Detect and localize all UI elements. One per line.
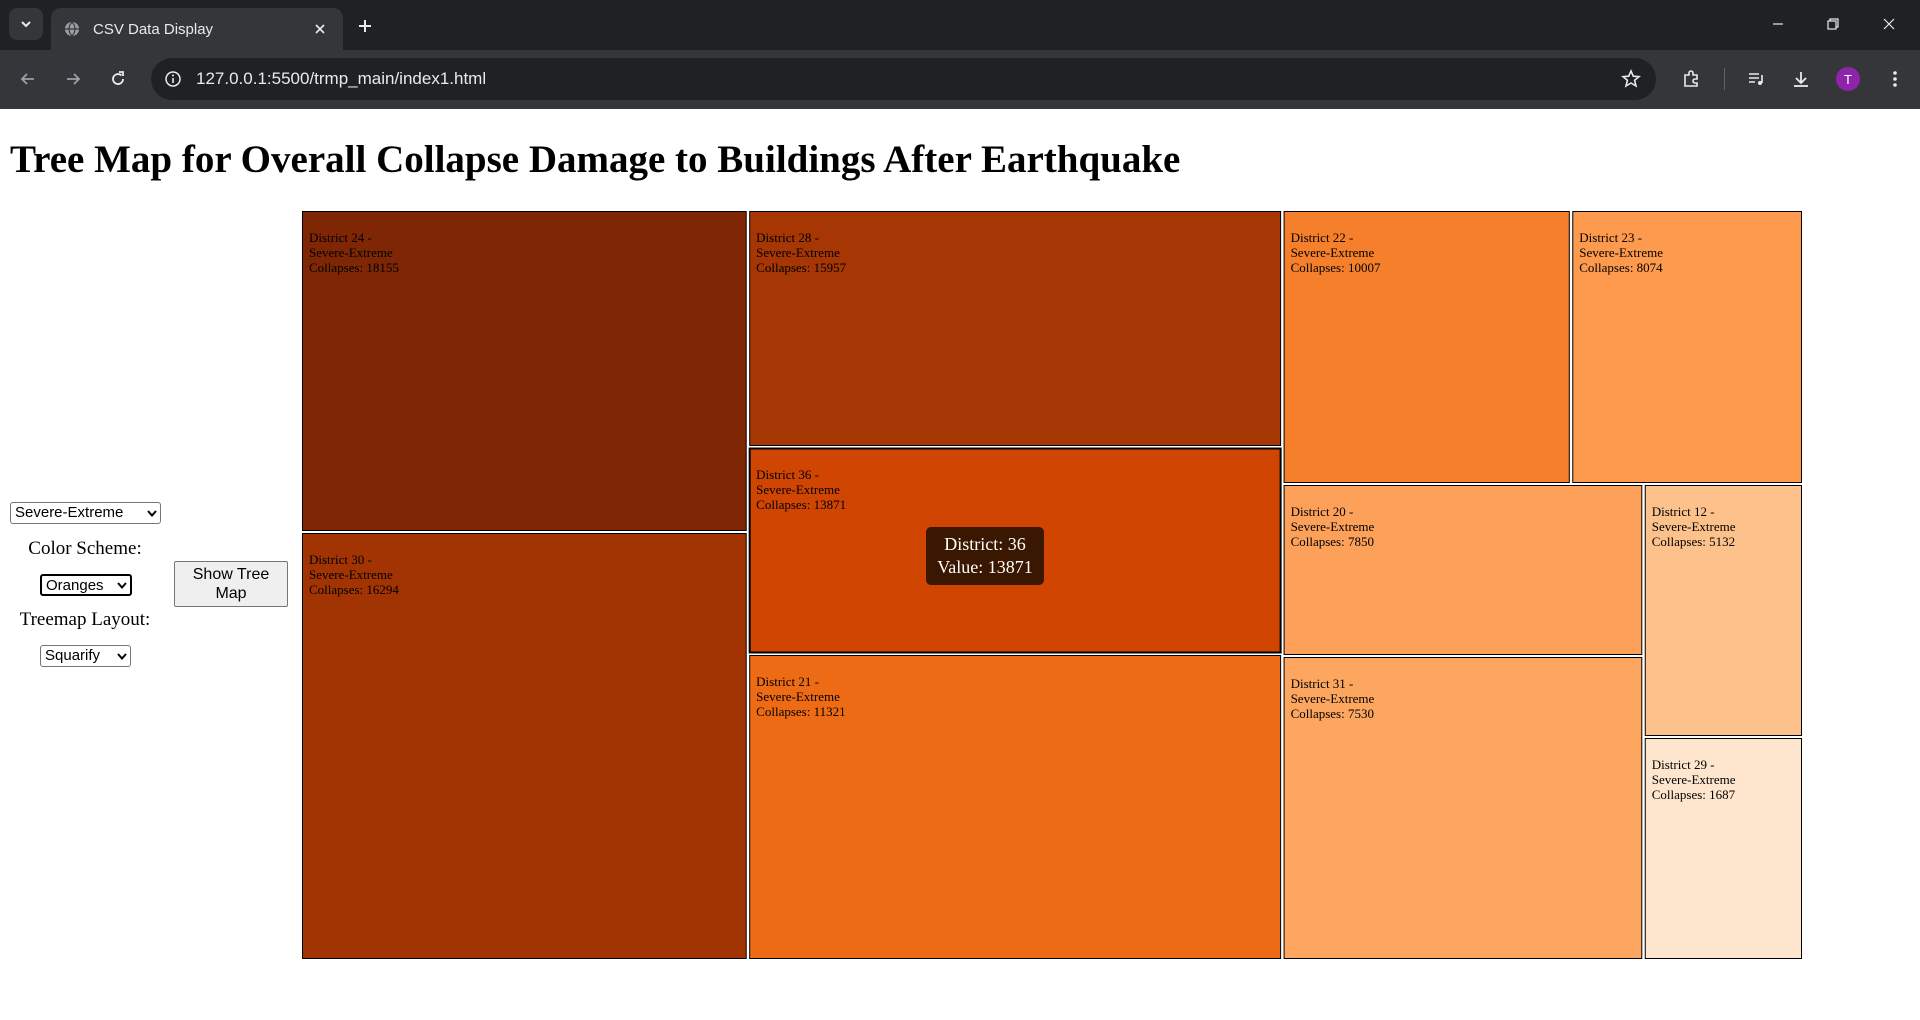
tooltip-district: District: 36 (944, 534, 1026, 554)
treemap-tile-district-23[interactable]: District 23 -Severe-ExtremeCollapses: 80… (1572, 211, 1802, 483)
treemap-tile-district-20[interactable]: District 20 -Severe-ExtremeCollapses: 78… (1283, 485, 1643, 655)
treemap-label-category-district-24: Severe-Extreme (309, 245, 393, 260)
treemap-tile-district-28[interactable]: District 28 -Severe-ExtremeCollapses: 15… (749, 211, 1282, 446)
treemap-label-value-district-20: Collapses: 7850 (1291, 534, 1374, 549)
treemap-label-district-district-31: District 31 - (1291, 676, 1354, 691)
treemap-label-district-district-29: District 29 - (1652, 757, 1715, 772)
avatar[interactable]: T (1836, 67, 1860, 91)
plus-icon (359, 20, 371, 32)
treemap-label-category-district-31: Severe-Extreme (1291, 691, 1375, 706)
treemap-label-district-district-21: District 21 - (756, 674, 819, 689)
browser-toolbar: 127.0.0.1:5500/trmp_main/index1.html (0, 50, 1920, 109)
treemap-label-district-district-28: District 28 - (756, 230, 819, 245)
treemap-label-category-district-12: Severe-Extreme (1652, 519, 1736, 534)
arrow-right-icon (67, 73, 81, 85)
url-text[interactable]: 127.0.0.1:5500/trmp_main/index1.html (196, 69, 486, 89)
treemap-label-value-district-31: Collapses: 7530 (1291, 706, 1374, 721)
treemap-label-category-district-20: Severe-Extreme (1291, 519, 1375, 534)
treemap-label-category-district-22: Severe-Extreme (1291, 245, 1375, 260)
treemap-tile-district-12[interactable]: District 12 -Severe-ExtremeCollapses: 51… (1644, 485, 1802, 736)
treemap-layout-select-value: Squarify (45, 647, 101, 664)
close-window-button[interactable] (1866, 8, 1912, 40)
treemap-label-value-district-21: Collapses: 11321 (756, 704, 845, 719)
treemap-rect-district-30[interactable] (302, 533, 747, 959)
restore-icon (1827, 18, 1839, 30)
forward-button[interactable] (58, 64, 88, 94)
treemap-layout-select[interactable]: Squarify (40, 645, 131, 667)
treemap-label-value-district-12: Collapses: 5132 (1652, 534, 1735, 549)
metric-select-value: Severe-Extreme (15, 504, 124, 521)
treemap-label-category-district-23: Severe-Extreme (1579, 245, 1663, 260)
browser-tab-bar: CSV Data Display (0, 0, 1920, 50)
treemap-tile-district-21[interactable]: District 21 -Severe-ExtremeCollapses: 11… (749, 655, 1282, 959)
treemap-label-district-district-23: District 23 - (1579, 230, 1642, 245)
treemap-label-value-district-23: Collapses: 8074 (1579, 260, 1663, 275)
treemap-label-district-district-20: District 20 - (1291, 504, 1354, 519)
site-info-icon[interactable] (163, 69, 183, 89)
browser-tab[interactable]: CSV Data Display (51, 8, 343, 50)
treemap-label-value-district-28: Collapses: 15957 (756, 260, 846, 275)
tooltip: District: 36 Value: 13871 (926, 527, 1044, 585)
treemap-tile-district-30[interactable]: District 30 -Severe-ExtremeCollapses: 16… (302, 533, 747, 959)
chevron-down-icon (147, 510, 157, 518)
download-icon[interactable] (1786, 64, 1816, 94)
globe-icon (63, 20, 81, 38)
tooltip-value: Value: 13871 (937, 557, 1033, 577)
treemap-label-value-district-36: Collapses: 13871 (756, 497, 846, 512)
treemap-layout-label: Treemap Layout: (19, 609, 151, 630)
treemap-label-district-district-12: District 12 - (1652, 504, 1715, 519)
bookmark-star-icon[interactable] (1620, 68, 1642, 90)
treemap-chart: District 24 - Severe-Extreme Collapses: 18… (302, 211, 1802, 959)
chevron-down-icon (117, 653, 127, 661)
color-scheme-select-value: Oranges (46, 577, 104, 594)
arrow-left-icon (20, 73, 34, 85)
treemap-label-value-district-24: Collapses: 18155 (309, 260, 399, 275)
close-tab-icon[interactable] (309, 18, 331, 40)
restore-button[interactable] (1810, 8, 1856, 40)
treemap-label-category-district-30: Severe-Extreme (309, 567, 393, 582)
reload-button[interactable] (103, 64, 133, 94)
new-tab-button[interactable] (352, 13, 378, 39)
toolbar-divider (1724, 68, 1725, 90)
treemap-label-value-district-29: Collapses: 1687 (1652, 787, 1736, 802)
treemap-label-category-district-29: Severe-Extreme (1652, 772, 1736, 787)
tab-search-button[interactable] (9, 8, 43, 40)
reload-icon (112, 71, 124, 85)
more-menu-icon[interactable] (1880, 64, 1910, 94)
treemap-label-district-district-22: District 22 - (1291, 230, 1354, 245)
minimize-button[interactable] (1755, 8, 1801, 40)
treemap-label-district-district-30: District 30 - (309, 552, 372, 567)
page-title: Tree Map for Overall Collapse Damage to … (10, 138, 1181, 181)
tab-title: CSV Data Display (93, 20, 214, 38)
treemap-label-district-district-36: District 36 - (756, 467, 819, 482)
metric-select[interactable]: Severe-Extreme (10, 502, 161, 524)
treemap-label-category-district-28: Severe-Extreme (756, 245, 840, 260)
extensions-icon[interactable] (1676, 64, 1706, 94)
show-tree-map-button[interactable]: Show Tree Map (174, 561, 288, 607)
treemap-label-value-district-30: Collapses: 16294 (309, 582, 399, 597)
treemap-tile-district-22[interactable]: District 22 -Severe-ExtremeCollapses: 10… (1283, 211, 1570, 483)
treemap-label-category-district-36: Severe-Extreme (756, 482, 840, 497)
chevron-down-icon (117, 582, 127, 590)
back-button[interactable] (13, 64, 43, 94)
treemap-tile-district-29[interactable]: District 29 -Severe-ExtremeCollapses: 16… (1644, 738, 1802, 959)
close-icon (1883, 18, 1895, 30)
media-controls-icon[interactable] (1741, 64, 1771, 94)
treemap-label-district-district-24: District 24 - (309, 230, 372, 245)
address-bar[interactable]: 127.0.0.1:5500/trmp_main/index1.html (151, 58, 1656, 100)
treemap-tile-district-24[interactable]: District 24 -Severe-ExtremeCollapses: 18… (302, 211, 747, 531)
chevron-down-icon (21, 21, 31, 28)
treemap-label-category-district-21: Severe-Extreme (756, 689, 840, 704)
minimize-icon (1773, 23, 1783, 25)
color-scheme-select[interactable]: Oranges (40, 574, 132, 596)
treemap-tile-district-31[interactable]: District 31 -Severe-ExtremeCollapses: 75… (1283, 657, 1643, 959)
treemap-label-value-district-22: Collapses: 10007 (1291, 260, 1381, 275)
color-scheme-label: Color Scheme: (28, 538, 142, 559)
